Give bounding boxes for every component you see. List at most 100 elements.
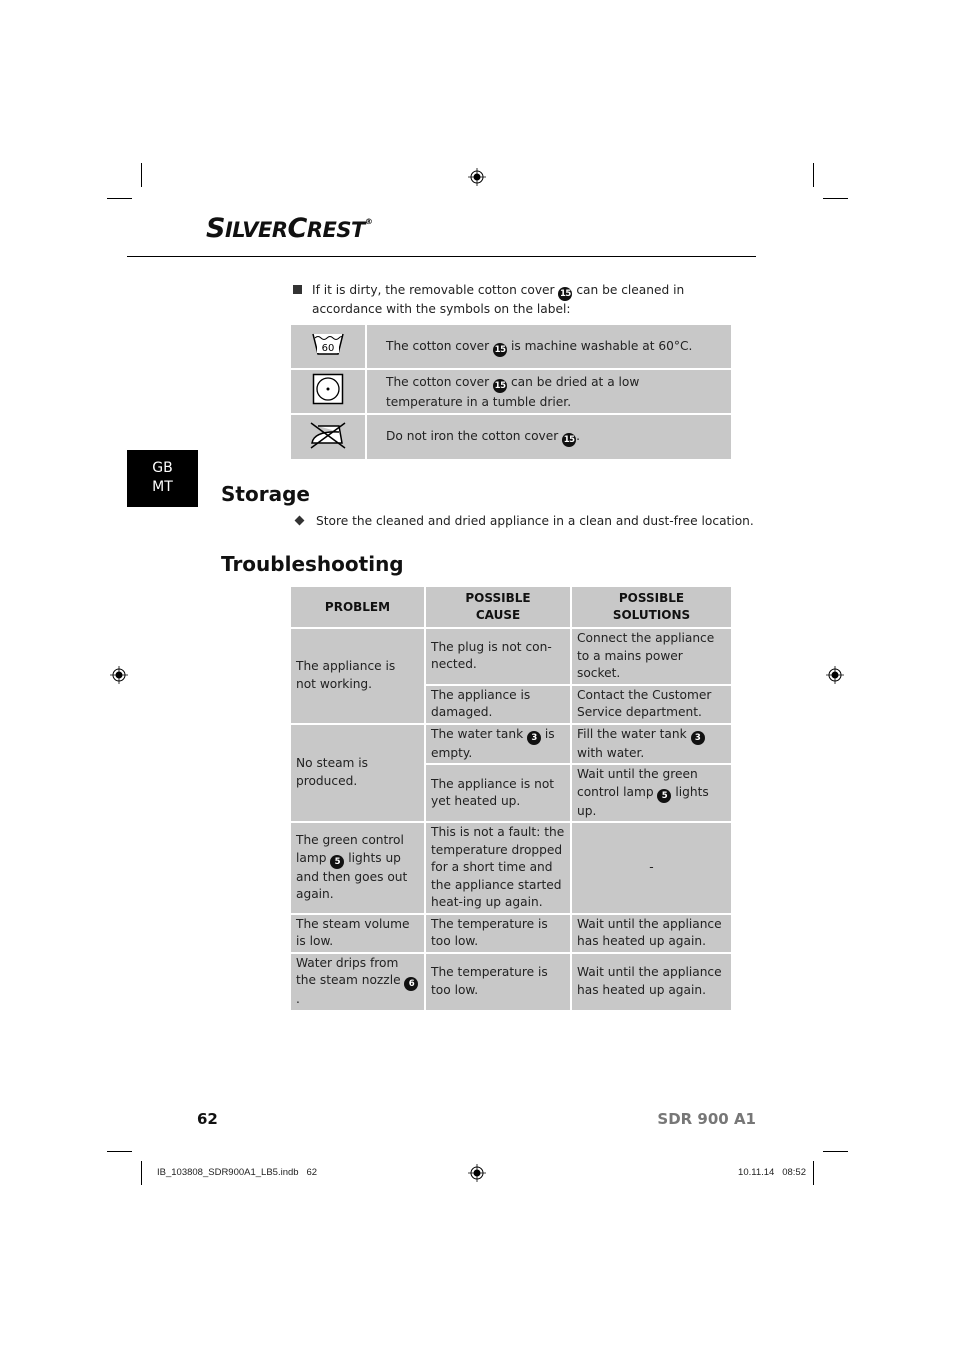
care-symbols-table: 60 The cotton cover 15 is machine washab… [291,325,731,459]
crop-mark [107,1151,132,1152]
text: The temperature is too low. [431,916,548,949]
solution-cell: Wait until the green control lamp 5 ligh… [570,763,731,823]
text: Contact the Customer Service department. [577,687,712,720]
text: The water tank [431,726,524,741]
reference-number-badge: 15 [493,342,508,357]
tumble-dry-low-icon [312,373,344,405]
text: The appliance is not working. [296,659,396,691]
text: Connect the appliance to a mains power s… [577,631,715,680]
reference-number-badge: 15 [558,287,573,301]
problem-cell: No steam is produced. [291,722,426,823]
column-header-problem: PROBLEM [291,587,426,629]
model-name: SDR 900 A1 [657,1110,756,1128]
cause-cell: The appliance is not yet heated up. [424,763,572,823]
text: . [576,429,581,443]
care-row: 60 The cotton cover 15 is machine washab… [291,325,731,370]
cause-cell: The water tank 3 is empty. [424,722,572,765]
diamond-bullet-icon [294,515,305,526]
text: . [296,992,300,1006]
crop-mark [107,198,132,199]
text: The plug is not con-nected. [431,639,552,672]
registration-mark-icon [110,666,128,684]
logo-letter: C [287,213,308,244]
table-row: The green control lamp 5 lights up and t… [291,821,731,915]
language-code: GB [152,460,173,476]
text: - [649,860,654,874]
text: No steam is produced. [296,756,369,788]
reference-number-badge: 15 [562,433,577,447]
crop-mark [813,163,814,187]
logo-letter: S [206,213,225,244]
header-text: PROBLEM [324,599,391,614]
solution-cell: Fill the water tank 3 with water. [570,722,731,765]
text: The temperature is too low. [431,965,548,997]
header-text: CAUSE [475,608,521,622]
reference-number-badge: 6 [404,977,419,991]
text: The cotton cover [386,374,490,389]
text: The steam volume is low. [296,916,410,949]
care-description: The cotton cover 15 can be dried at a lo… [367,370,731,415]
crop-mark [813,1161,814,1185]
registration-mark-icon [468,1164,486,1182]
reference-number-badge: 3 [690,730,705,745]
slug-file-info: IB_103808_SDR900A1_LB5.indb 62 [157,1167,318,1178]
reference-number-badge: 3 [527,730,542,745]
solution-cell: Wait until the appliance has heated up a… [570,912,731,954]
care-symbol-cell: 60 [291,325,367,370]
crop-mark [141,1161,142,1185]
text: The appliance is not yet heated up. [431,776,555,809]
header-text: SOLUTIONS [612,608,691,622]
language-code: MT [152,479,173,495]
slug-date-info: 10.11.14 08:52 [738,1167,806,1178]
header-rule [127,256,756,257]
solution-cell: Connect the appliance to a mains power s… [570,627,731,686]
cause-cell: The appliance is damaged. [424,683,572,725]
wash-temperature-label: 60 [322,343,335,354]
troubleshooting-table: PROBLEM POSSIBLE CAUSE POSSIBLE SOLUTIONS … [291,587,731,1010]
crop-mark [823,198,848,199]
problem-cell: The green control lamp 5 lights up and t… [291,821,426,915]
table-row: Water drips from the steam nozzle 6. The… [291,951,731,1010]
care-description: The cotton cover 15 is machine washable … [367,325,731,370]
column-header-cause: POSSIBLE CAUSE [424,587,572,629]
column-header-solutions: POSSIBLE SOLUTIONS [570,587,731,629]
text: Do not iron the cotton cover [386,429,559,443]
reference-number-badge: 5 [330,854,345,869]
header-text: POSSIBLE [618,591,685,605]
text: The appliance is damaged. [431,687,531,720]
care-row: The cotton cover 15 can be dried at a lo… [291,370,731,415]
reference-number-badge: 15 [493,378,508,393]
cause-cell: The plug is not con-nected. [424,627,572,686]
logo-text: ILVER [224,218,288,242]
troubleshooting-heading: Troubleshooting [221,552,404,576]
solution-cell: Wait until the appliance has heated up a… [570,951,731,1010]
text: The cotton cover [386,338,490,353]
registration-mark-icon [468,168,486,186]
text: Water drips from the steam nozzle [296,955,401,988]
text: This is not a fault: the temperature dro… [431,825,565,909]
crop-mark [823,1151,848,1152]
care-row: Do not iron the cotton cover 15. [291,415,731,459]
text: with water. [577,745,645,760]
wash-60-icon: 60 [312,333,344,355]
reference-number-badge: 5 [657,788,672,803]
text: Wait until the appliance has heated up a… [577,916,722,949]
problem-cell: Water drips from the steam nozzle 6. [291,951,426,1010]
care-description: Do not iron the cotton cover 15. [367,415,731,459]
do-not-iron-icon [310,421,346,449]
storage-instruction: Store the cleaned and dried appliance in… [316,514,754,528]
solution-cell: - [570,821,731,915]
table-row: No steam is produced. The water tank 3 i… [291,722,731,823]
text: Wait until the appliance has heated up a… [577,965,722,997]
logo-text: REST [306,218,365,242]
care-symbol-cell [291,370,367,415]
text: Fill the water tank [577,726,687,741]
table-row: The appliance is not working. The plug i… [291,627,731,725]
registration-mark-icon [826,666,844,684]
table-header-row: PROBLEM POSSIBLE CAUSE POSSIBLE SOLUTIONS [291,587,731,629]
text: is machine washable at 60°C. [510,338,693,353]
cause-cell: This is not a fault: the temperature dro… [424,821,572,915]
square-bullet-icon [293,285,302,294]
cleaning-intro: If it is dirty, the removable cotton cov… [312,282,732,318]
crop-mark [141,163,142,187]
